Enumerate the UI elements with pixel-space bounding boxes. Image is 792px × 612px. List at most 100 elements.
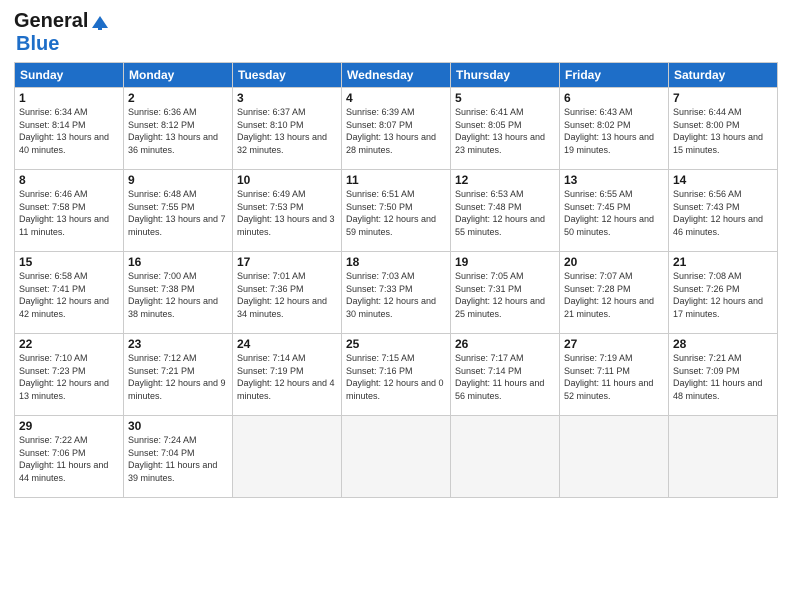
day-detail: Sunrise: 7:22 AMSunset: 7:06 PMDaylight:… [19,434,119,484]
day-detail: Sunrise: 6:34 AMSunset: 8:14 PMDaylight:… [19,106,119,156]
table-row: 16Sunrise: 7:00 AMSunset: 7:38 PMDayligh… [124,252,233,334]
logo-blue: Blue [16,33,59,56]
day-detail: Sunrise: 7:07 AMSunset: 7:28 PMDaylight:… [564,270,664,320]
table-row: 11Sunrise: 6:51 AMSunset: 7:50 PMDayligh… [342,170,451,252]
day-detail: Sunrise: 7:08 AMSunset: 7:26 PMDaylight:… [673,270,773,320]
day-number: 14 [673,173,773,187]
day-detail: Sunrise: 7:12 AMSunset: 7:21 PMDaylight:… [128,352,228,402]
table-row: 21Sunrise: 7:08 AMSunset: 7:26 PMDayligh… [669,252,778,334]
day-number: 20 [564,255,664,269]
table-row: 27Sunrise: 7:19 AMSunset: 7:11 PMDayligh… [560,334,669,416]
calendar-body: 1Sunrise: 6:34 AMSunset: 8:14 PMDaylight… [15,88,778,498]
day-detail: Sunrise: 7:15 AMSunset: 7:16 PMDaylight:… [346,352,446,402]
day-number: 15 [19,255,119,269]
table-row: 29Sunrise: 7:22 AMSunset: 7:06 PMDayligh… [15,416,124,498]
day-number: 29 [19,419,119,433]
table-row [342,416,451,498]
day-detail: Sunrise: 6:49 AMSunset: 7:53 PMDaylight:… [237,188,337,238]
day-detail: Sunrise: 7:10 AMSunset: 7:23 PMDaylight:… [19,352,119,402]
day-number: 11 [346,173,446,187]
table-row: 26Sunrise: 7:17 AMSunset: 7:14 PMDayligh… [451,334,560,416]
table-row: 15Sunrise: 6:58 AMSunset: 7:41 PMDayligh… [15,252,124,334]
day-number: 13 [564,173,664,187]
day-detail: Sunrise: 6:53 AMSunset: 7:48 PMDaylight:… [455,188,555,238]
day-detail: Sunrise: 6:55 AMSunset: 7:45 PMDaylight:… [564,188,664,238]
day-number: 1 [19,91,119,105]
table-row [560,416,669,498]
table-row: 1Sunrise: 6:34 AMSunset: 8:14 PMDaylight… [15,88,124,170]
day-detail: Sunrise: 7:01 AMSunset: 7:36 PMDaylight:… [237,270,337,320]
day-detail: Sunrise: 6:51 AMSunset: 7:50 PMDaylight:… [346,188,446,238]
table-row: 5Sunrise: 6:41 AMSunset: 8:05 PMDaylight… [451,88,560,170]
table-row: 13Sunrise: 6:55 AMSunset: 7:45 PMDayligh… [560,170,669,252]
day-number: 6 [564,91,664,105]
day-detail: Sunrise: 6:44 AMSunset: 8:00 PMDaylight:… [673,106,773,156]
header: General Blue [14,10,778,56]
logo: General Blue [14,10,112,56]
day-number: 4 [346,91,446,105]
day-detail: Sunrise: 6:43 AMSunset: 8:02 PMDaylight:… [564,106,664,156]
day-detail: Sunrise: 7:14 AMSunset: 7:19 PMDaylight:… [237,352,337,402]
table-row: 7Sunrise: 6:44 AMSunset: 8:00 PMDaylight… [669,88,778,170]
logo-general: General [14,10,88,33]
table-row: 3Sunrise: 6:37 AMSunset: 8:10 PMDaylight… [233,88,342,170]
day-detail: Sunrise: 6:39 AMSunset: 8:07 PMDaylight:… [346,106,446,156]
calendar-week-row: 8Sunrise: 6:46 AMSunset: 7:58 PMDaylight… [15,170,778,252]
calendar-week-row: 22Sunrise: 7:10 AMSunset: 7:23 PMDayligh… [15,334,778,416]
day-detail: Sunrise: 7:24 AMSunset: 7:04 PMDaylight:… [128,434,228,484]
col-wednesday: Wednesday [342,63,451,88]
day-number: 22 [19,337,119,351]
day-number: 9 [128,173,228,187]
day-number: 12 [455,173,555,187]
col-thursday: Thursday [451,63,560,88]
day-number: 16 [128,255,228,269]
table-row: 8Sunrise: 6:46 AMSunset: 7:58 PMDaylight… [15,170,124,252]
calendar-header-row: Sunday Monday Tuesday Wednesday Thursday… [15,63,778,88]
table-row: 10Sunrise: 6:49 AMSunset: 7:53 PMDayligh… [233,170,342,252]
col-friday: Friday [560,63,669,88]
table-row: 17Sunrise: 7:01 AMSunset: 7:36 PMDayligh… [233,252,342,334]
table-row: 28Sunrise: 7:21 AMSunset: 7:09 PMDayligh… [669,334,778,416]
col-sunday: Sunday [15,63,124,88]
page-container: General Blue Sunday Monday Tuesday Wedne… [0,0,792,508]
day-number: 10 [237,173,337,187]
day-number: 8 [19,173,119,187]
table-row [233,416,342,498]
table-row: 4Sunrise: 6:39 AMSunset: 8:07 PMDaylight… [342,88,451,170]
table-row [451,416,560,498]
calendar-week-row: 29Sunrise: 7:22 AMSunset: 7:06 PMDayligh… [15,416,778,498]
day-detail: Sunrise: 7:19 AMSunset: 7:11 PMDaylight:… [564,352,664,402]
table-row: 30Sunrise: 7:24 AMSunset: 7:04 PMDayligh… [124,416,233,498]
table-row: 22Sunrise: 7:10 AMSunset: 7:23 PMDayligh… [15,334,124,416]
day-detail: Sunrise: 6:41 AMSunset: 8:05 PMDaylight:… [455,106,555,156]
table-row: 23Sunrise: 7:12 AMSunset: 7:21 PMDayligh… [124,334,233,416]
day-number: 5 [455,91,555,105]
table-row: 18Sunrise: 7:03 AMSunset: 7:33 PMDayligh… [342,252,451,334]
day-number: 28 [673,337,773,351]
day-number: 25 [346,337,446,351]
col-tuesday: Tuesday [233,63,342,88]
day-number: 26 [455,337,555,351]
day-detail: Sunrise: 6:56 AMSunset: 7:43 PMDaylight:… [673,188,773,238]
day-number: 3 [237,91,337,105]
day-detail: Sunrise: 7:03 AMSunset: 7:33 PMDaylight:… [346,270,446,320]
day-detail: Sunrise: 6:48 AMSunset: 7:55 PMDaylight:… [128,188,228,238]
day-detail: Sunrise: 7:17 AMSunset: 7:14 PMDaylight:… [455,352,555,402]
day-detail: Sunrise: 6:58 AMSunset: 7:41 PMDaylight:… [19,270,119,320]
day-number: 27 [564,337,664,351]
table-row: 25Sunrise: 7:15 AMSunset: 7:16 PMDayligh… [342,334,451,416]
day-number: 2 [128,91,228,105]
logo-arrow-icon [90,14,112,30]
day-number: 21 [673,255,773,269]
table-row: 12Sunrise: 6:53 AMSunset: 7:48 PMDayligh… [451,170,560,252]
table-row: 20Sunrise: 7:07 AMSunset: 7:28 PMDayligh… [560,252,669,334]
day-detail: Sunrise: 6:46 AMSunset: 7:58 PMDaylight:… [19,188,119,238]
table-row: 6Sunrise: 6:43 AMSunset: 8:02 PMDaylight… [560,88,669,170]
day-number: 23 [128,337,228,351]
day-detail: Sunrise: 7:21 AMSunset: 7:09 PMDaylight:… [673,352,773,402]
col-monday: Monday [124,63,233,88]
day-number: 7 [673,91,773,105]
day-detail: Sunrise: 6:36 AMSunset: 8:12 PMDaylight:… [128,106,228,156]
day-number: 19 [455,255,555,269]
day-number: 30 [128,419,228,433]
